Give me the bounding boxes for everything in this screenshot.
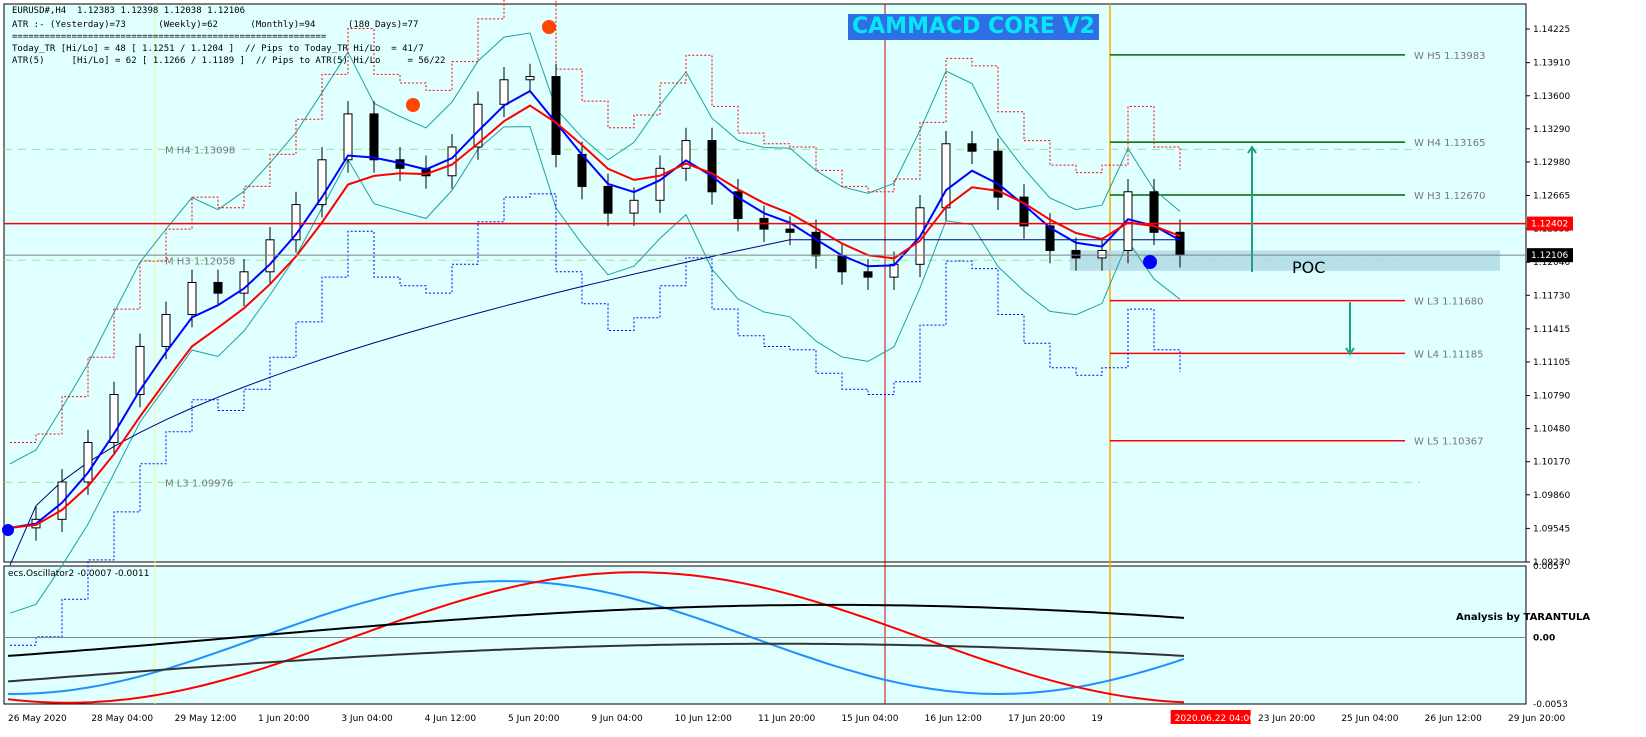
oscillator-title: ecs.Oscillator2 -0.0007 -0.0011 bbox=[8, 569, 150, 579]
x-tick-label: 29 May 12:00 bbox=[175, 714, 237, 724]
y-tick-label: 1.12980 bbox=[1533, 158, 1570, 168]
monthly-pivot-label: M H4 1.13098 bbox=[165, 145, 235, 156]
weekly-pivot-label: W H5 1.13983 bbox=[1414, 51, 1485, 62]
today-range-line: Today_TR [Hi/Lo] = 48 [ 1.1251 / 1.1204 … bbox=[12, 44, 424, 54]
atr5-line: ATR(5) [Hi/Lo] = 62 [ 1.1266 / 1.1189 ] … bbox=[12, 56, 446, 66]
x-tick-label: 29 Jun 20:00 bbox=[1508, 714, 1565, 724]
candle-body bbox=[213, 281, 223, 294]
candle-body bbox=[1097, 249, 1107, 259]
y-tick-label: 1.10790 bbox=[1533, 392, 1570, 402]
x-tick-label: 16 Jun 12:00 bbox=[925, 714, 982, 724]
y-tick-label: 1.10480 bbox=[1533, 425, 1570, 435]
poc-band bbox=[1070, 250, 1500, 271]
signal-dot bbox=[406, 98, 420, 112]
weekly-pivot-label: W L4 1.11185 bbox=[1414, 349, 1484, 360]
y-tick-label: 1.14225 bbox=[1533, 25, 1570, 35]
candle-body bbox=[811, 231, 821, 257]
candle-body bbox=[863, 271, 873, 278]
y-tick-label: 1.11415 bbox=[1533, 325, 1570, 335]
x-tick-label: 23 Jun 20:00 bbox=[1258, 714, 1315, 724]
y-tick-label: 1.11730 bbox=[1533, 291, 1570, 301]
y-tick-label: 1.09545 bbox=[1533, 524, 1570, 534]
monthly-pivot-label: M H3 1.12058 bbox=[165, 256, 235, 267]
y-tick-label: 1.13290 bbox=[1533, 125, 1570, 135]
weekly-pivot-label: W H3 1.12670 bbox=[1414, 191, 1485, 202]
weekly-pivot-label: W L3 1.11680 bbox=[1414, 297, 1484, 308]
x-tick-label: 17 Jun 20:00 bbox=[1008, 714, 1065, 724]
candle-body bbox=[369, 113, 379, 161]
candle-body bbox=[343, 113, 353, 161]
chart-root: 1.14225 1.13910 1.13600 1.13290 1.12980 1.126… bbox=[0, 0, 1646, 733]
x-tick-label: 4 Jun 12:00 bbox=[425, 714, 477, 724]
signal-dot bbox=[1143, 255, 1157, 269]
candle-body bbox=[785, 228, 795, 233]
x-tick-label: 11 Jun 20:00 bbox=[758, 714, 815, 724]
candle-body bbox=[1071, 249, 1081, 259]
weekly-pivot-label: W L5 1.10367 bbox=[1414, 437, 1484, 448]
monthly-pivot-label: M L3 1.09976 bbox=[165, 478, 233, 489]
y-tick-label: 1.13910 bbox=[1533, 59, 1570, 69]
x-tick-label: 10 Jun 12:00 bbox=[675, 714, 732, 724]
candle-body bbox=[525, 76, 535, 81]
x-tick-label: 28 May 04:00 bbox=[91, 714, 153, 724]
x-tick-label: 5 Jun 20:00 bbox=[508, 714, 560, 724]
osc-y-tick-label: 0.00 bbox=[1533, 634, 1555, 644]
current-price-label: 1.12106 bbox=[1531, 251, 1568, 261]
candle-body bbox=[629, 199, 639, 214]
y-tick-label: 1.13600 bbox=[1533, 92, 1570, 102]
candle-body bbox=[967, 143, 977, 152]
candle-body bbox=[837, 255, 847, 273]
y-tick-label: 1.11105 bbox=[1533, 358, 1570, 368]
candle-body bbox=[161, 313, 171, 347]
x-tick-label: 9 Jun 04:00 bbox=[591, 714, 643, 724]
oscillator-panel bbox=[3, 565, 1527, 705]
candle-body bbox=[941, 143, 951, 209]
y-tick-label: 1.12665 bbox=[1533, 192, 1570, 202]
x-tick-label: 25 Jun 04:00 bbox=[1341, 714, 1398, 724]
poc-label: POC bbox=[1292, 258, 1326, 277]
x-tick-label: 26 Jun 12:00 bbox=[1425, 714, 1482, 724]
y-tick-label: 1.09860 bbox=[1533, 491, 1570, 501]
candle-body bbox=[603, 185, 613, 214]
signal-dot bbox=[2, 524, 14, 536]
weekly-pivot-label: W H4 1.13165 bbox=[1414, 138, 1485, 149]
signal-dot bbox=[542, 20, 556, 34]
y-tick-label: 1.10170 bbox=[1533, 458, 1570, 468]
x-tick-label: 19 bbox=[1091, 714, 1103, 724]
marked-price-label: 1.12402 bbox=[1531, 220, 1568, 230]
chart-canvas: 1.14225 1.13910 1.13600 1.13290 1.12980 1.126… bbox=[2, 0, 1573, 724]
separator-line: ========================================… bbox=[12, 32, 327, 42]
candle-body bbox=[655, 167, 665, 201]
atr-line: ATR :- (Yesterday)=73 (Weekly)=62 (Month… bbox=[12, 20, 419, 30]
candle-body bbox=[707, 140, 717, 193]
brand-label: CAMMACD CORE V2 bbox=[848, 14, 1099, 40]
x-tick-label: 3 Jun 04:00 bbox=[341, 714, 393, 724]
candle-body bbox=[187, 281, 197, 315]
x-tick-label: 1 Jun 20:00 bbox=[258, 714, 310, 724]
candle-body bbox=[551, 76, 561, 155]
x-tick-label: 2020.06.22 04:00 bbox=[1175, 714, 1256, 724]
x-tick-label: 15 Jun 04:00 bbox=[841, 714, 898, 724]
osc-y-tick-label: -0.0053 bbox=[1533, 700, 1568, 710]
candle-body bbox=[499, 79, 509, 105]
x-tick-label: 26 May 2020 bbox=[8, 714, 67, 724]
osc-y-tick-label: 0.0057 bbox=[1533, 562, 1565, 572]
credit-label: Analysis by TARANTULA bbox=[1456, 612, 1591, 623]
symbol-line: EURUSD#,H4 1.12383 1.12398 1.12038 1.121… bbox=[12, 6, 245, 16]
